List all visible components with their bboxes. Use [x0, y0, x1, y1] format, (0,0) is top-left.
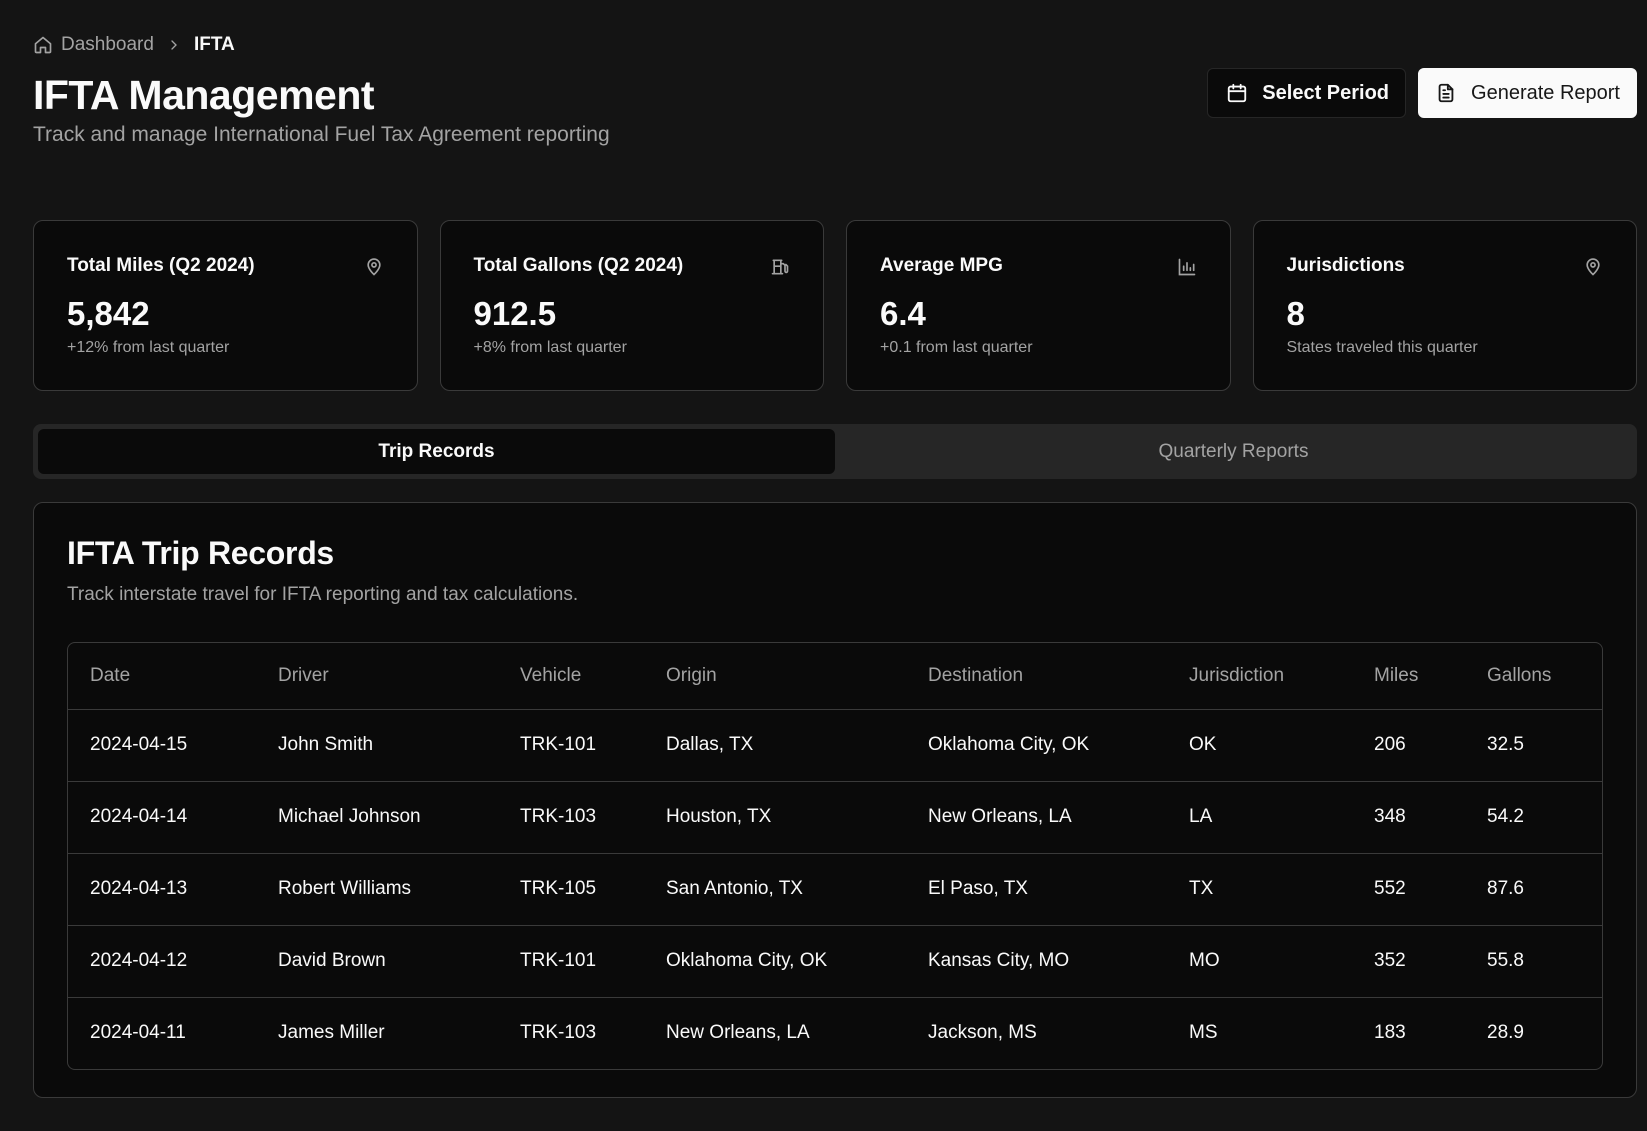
- cell-destination: Jackson, MS: [928, 1022, 1037, 1044]
- records-title: IFTA Trip Records: [67, 535, 334, 571]
- trip-records-table: Date Driver Vehicle Origin Destination J…: [67, 642, 1603, 1070]
- stat-value: 912.5: [473, 295, 557, 332]
- cell-gallons: 28.9: [1487, 1022, 1524, 1044]
- stat-label: Total Gallons (Q2 2024): [473, 255, 684, 276]
- bar-chart-icon: [1177, 257, 1197, 277]
- table-row[interactable]: 2024-04-15 John Smith TRK-101 Dallas, TX…: [68, 709, 1602, 782]
- breadcrumb: Dashboard IFTA: [33, 34, 235, 56]
- trip-records-card: IFTA Trip Records Track interstate trave…: [33, 502, 1637, 1098]
- cell-vehicle: TRK-103: [498, 781, 644, 854]
- cell-destination: El Paso, TX: [906, 853, 1167, 926]
- cell-gallons: 87.6: [1465, 853, 1602, 926]
- cell-vehicle: TRK-105: [498, 853, 644, 926]
- cell-driver: David Brown: [256, 925, 498, 998]
- stat-change: +8% from last quarter: [473, 339, 627, 356]
- chevron-right-icon: [166, 37, 182, 53]
- column-header-driver[interactable]: Driver: [256, 643, 498, 710]
- records-description: Track interstate travel for IFTA reporti…: [67, 584, 579, 605]
- stat-value: 8: [1286, 295, 1305, 332]
- select-period-button[interactable]: Select Period: [1207, 68, 1407, 118]
- stat-value: 6.4: [880, 295, 926, 332]
- page-title: IFTA Management: [33, 72, 375, 118]
- cell-origin: Oklahoma City, OK: [644, 925, 906, 998]
- table-row[interactable]: 2024-04-14 Michael Johnson TRK-103 Houst…: [68, 781, 1602, 854]
- cell-jurisdiction: LA: [1167, 781, 1352, 854]
- cell-date: 2024-04-14: [68, 781, 256, 854]
- cell-origin: Dallas, TX: [644, 709, 906, 782]
- file-text-icon: [1435, 82, 1457, 104]
- column-header-gallons[interactable]: Gallons: [1465, 643, 1602, 710]
- cell-origin: Houston, TX: [644, 781, 906, 854]
- cell-vehicle: TRK-101: [498, 709, 644, 782]
- cell-vehicle: TRK-101: [498, 925, 644, 998]
- stats-row: Total Miles (Q2 2024) 5,842 +12% from la…: [33, 220, 1637, 391]
- cell-date: 2024-04-12: [68, 925, 256, 998]
- page-subtitle: Track and manage International Fuel Tax …: [33, 123, 610, 146]
- cell-gallons: 55.8: [1465, 925, 1602, 998]
- cell-gallons: 54.2: [1465, 781, 1602, 854]
- ifta-page: Dashboard IFTA IFTA Management Track and…: [0, 0, 1647, 1131]
- cell-jurisdiction: OK: [1167, 709, 1352, 782]
- cell-driver: Michael Johnson: [256, 781, 498, 854]
- table-row[interactable]: 2024-04-13 Robert Williams TRK-105 San A…: [68, 853, 1602, 926]
- stat-value: 5,842: [67, 295, 150, 332]
- tab-quarterly-reports[interactable]: Quarterly Reports: [835, 429, 1632, 474]
- breadcrumb-current: IFTA: [193, 34, 235, 55]
- calendar-icon: [1226, 82, 1248, 104]
- breadcrumb-dashboard-link[interactable]: Dashboard: [61, 34, 154, 56]
- cell-origin: New Orleans, LA: [666, 1022, 810, 1044]
- table-row[interactable]: 2024-04-12 David Brown TRK-101 Oklahoma …: [68, 925, 1602, 998]
- stat-card-jurisdictions: Jurisdictions 8 States traveled this qua…: [1252, 220, 1637, 391]
- column-header-date[interactable]: Date: [68, 643, 256, 710]
- column-header-origin[interactable]: Origin: [644, 643, 906, 710]
- column-header-destination[interactable]: Destination: [906, 643, 1167, 710]
- cell-destination: Oklahoma City, OK: [906, 709, 1167, 782]
- tab-trip-records[interactable]: Trip Records: [38, 429, 835, 474]
- stat-card-total-gallons: Total Gallons (Q2 2024) 912.5 +8% from l…: [439, 220, 824, 391]
- cell-driver: John Smith: [256, 709, 498, 782]
- cell-jurisdiction: MS: [1189, 1022, 1218, 1044]
- cell-jurisdiction: TX: [1167, 853, 1352, 926]
- stat-change: +12% from last quarter: [67, 339, 230, 356]
- cell-destination: New Orleans, LA: [906, 781, 1167, 854]
- cell-jurisdiction: MO: [1167, 925, 1352, 998]
- cell-origin: San Antonio, TX: [644, 853, 906, 926]
- column-header-vehicle[interactable]: Vehicle: [498, 643, 644, 710]
- column-header-jurisdiction[interactable]: Jurisdiction: [1167, 643, 1352, 710]
- cell-destination: Kansas City, MO: [906, 925, 1167, 998]
- generate-report-label: Generate Report: [1471, 81, 1620, 104]
- stat-change: States traveled this quarter: [1286, 339, 1478, 356]
- generate-report-button[interactable]: Generate Report: [1418, 68, 1637, 118]
- stat-label: Average MPG: [880, 255, 1003, 276]
- map-pin-icon: [364, 257, 384, 277]
- cell-date: 2024-04-13: [68, 853, 256, 926]
- cell-driver: James Miller: [278, 1022, 385, 1044]
- cell-date: 2024-04-11: [90, 1022, 186, 1044]
- stat-card-average-mpg: Average MPG 6.4 +0.1 from last quarter: [846, 220, 1231, 391]
- stat-change: +0.1 from last quarter: [880, 339, 1033, 356]
- tabs: Trip Records Quarterly Reports: [33, 424, 1637, 479]
- cell-miles: 206: [1352, 709, 1465, 782]
- stat-card-total-miles: Total Miles (Q2 2024) 5,842 +12% from la…: [33, 220, 418, 391]
- stat-label: Total Miles (Q2 2024): [67, 255, 255, 276]
- table-row[interactable]: 2024-04-11 James Miller TRK-103 New Orle…: [68, 997, 1602, 1069]
- cell-miles: 352: [1352, 925, 1465, 998]
- map-pin-icon: [1583, 257, 1603, 277]
- select-period-label: Select Period: [1262, 81, 1390, 104]
- cell-driver: Robert Williams: [256, 853, 498, 926]
- cell-miles: 552: [1352, 853, 1465, 926]
- cell-vehicle: TRK-103: [520, 1022, 597, 1044]
- table-header-row: Date Driver Vehicle Origin Destination J…: [68, 643, 1602, 710]
- cell-gallons: 32.5: [1465, 709, 1602, 782]
- cell-date: 2024-04-15: [68, 709, 256, 782]
- fuel-icon: [770, 257, 790, 277]
- cell-miles: 348: [1352, 781, 1465, 854]
- cell-miles: 183: [1374, 1022, 1406, 1044]
- home-icon[interactable]: [33, 35, 53, 55]
- stat-label: Jurisdictions: [1286, 255, 1405, 276]
- header-actions: Select Period Generate Report: [1207, 68, 1637, 118]
- column-header-miles[interactable]: Miles: [1352, 643, 1465, 710]
